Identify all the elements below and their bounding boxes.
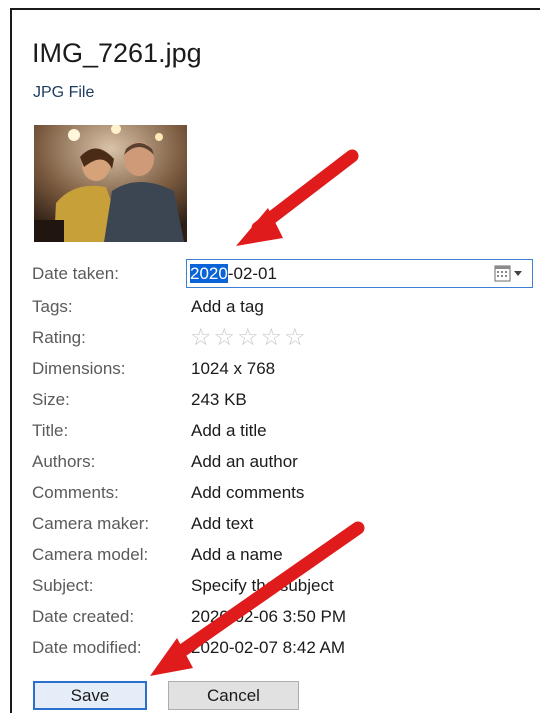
row-subject: Subject: Specify the subject [0, 573, 544, 599]
label-dimensions: Dimensions: [32, 359, 126, 378]
file-type: JPG File [33, 84, 95, 101]
camera-model-value[interactable]: Add a name [191, 542, 283, 568]
row-tags: Tags: Add a tag [0, 294, 544, 320]
label-title: Title: [32, 421, 69, 440]
row-title: Title: Add a title [0, 418, 544, 444]
label-size: Size: [32, 390, 70, 409]
label-tags: Tags: [32, 297, 73, 316]
comments-value[interactable]: Add comments [191, 480, 304, 506]
date-taken-selected-year: 2020 [190, 264, 228, 283]
title-value[interactable]: Add a title [191, 418, 267, 444]
label-comments: Comments: [32, 483, 119, 502]
save-button[interactable]: Save [33, 681, 147, 710]
date-modified-value: 2020-02-07 8:42 AM [191, 638, 346, 657]
label-date-created: Date created: [32, 607, 135, 626]
row-size: Size: 243 KB [0, 387, 544, 413]
label-camera-model: Camera model: [32, 545, 149, 564]
row-date-modified: Date modified: 2020-02-07 8:42 AM [0, 635, 544, 661]
date-taken-input[interactable]: 2020-02-01 [186, 259, 533, 288]
subject-value[interactable]: Specify the subject [191, 573, 334, 599]
dimensions-value: 1024 x 768 [191, 359, 276, 378]
label-subject: Subject: [32, 576, 94, 595]
row-authors: Authors: Add an author [0, 449, 544, 475]
label-camera-maker: Camera maker: [32, 514, 150, 533]
row-comments: Comments: Add comments [0, 480, 544, 506]
date-created-value: 2020-02-06 3:50 PM [191, 607, 346, 626]
size-value: 243 KB [191, 390, 247, 409]
rating-stars[interactable]: ☆☆☆☆☆ [190, 325, 308, 351]
cancel-button[interactable]: Cancel [168, 681, 299, 710]
date-taken-text: 2020-02-01 [190, 260, 277, 287]
row-rating: Rating: ☆☆☆☆☆ [0, 325, 544, 351]
label-rating: Rating: [32, 328, 86, 347]
date-taken-rest: -02-01 [227, 264, 277, 283]
row-dimensions: Dimensions: 1024 x 768 [0, 356, 544, 382]
photo-thumbnail [34, 125, 187, 242]
calendar-dropdown-icon[interactable] [494, 265, 524, 283]
row-camera-maker: Camera maker: Add text [0, 511, 544, 537]
file-name: IMG_7261.jpg [32, 38, 202, 68]
label-authors: Authors: [32, 452, 96, 471]
row-date-created: Date created: 2020-02-06 3:50 PM [0, 604, 544, 630]
row-camera-model: Camera model: Add a name [0, 542, 544, 568]
tags-value[interactable]: Add a tag [191, 294, 264, 320]
camera-maker-value[interactable]: Add text [191, 511, 253, 537]
label-date-taken: Date taken: [32, 264, 119, 283]
authors-value[interactable]: Add an author [191, 449, 298, 475]
label-date-modified: Date modified: [32, 638, 142, 657]
